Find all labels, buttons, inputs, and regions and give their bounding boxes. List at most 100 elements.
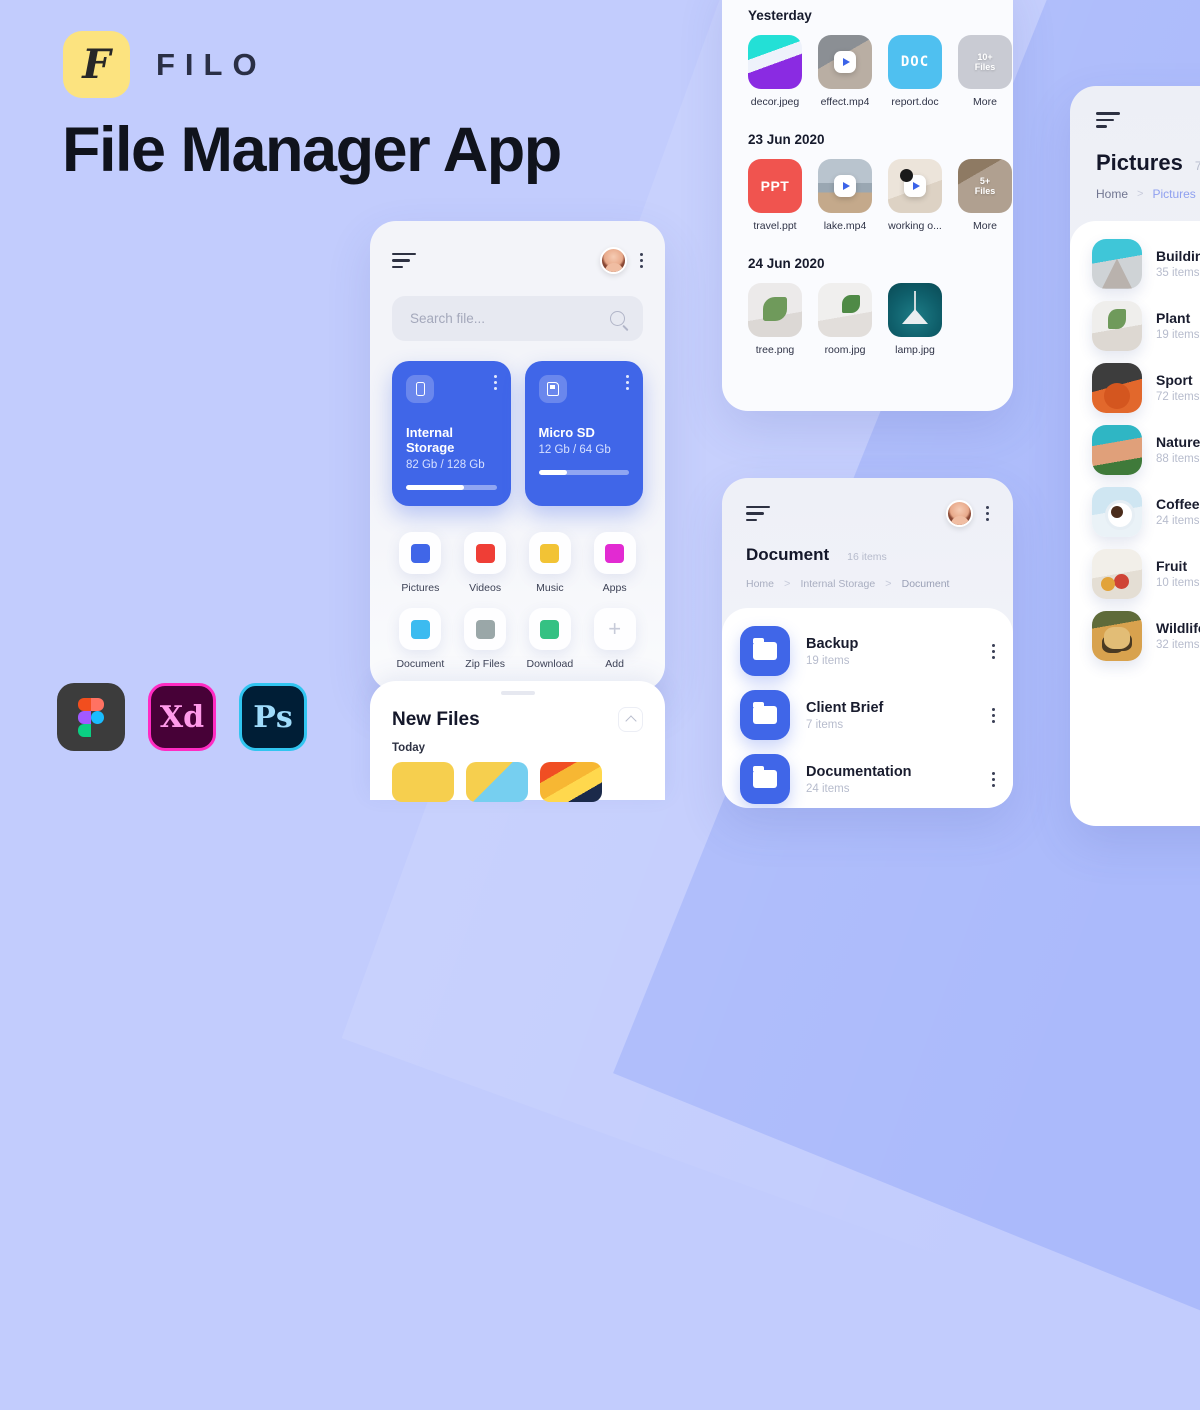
videos-icon [464,532,507,574]
file-thumbnail[interactable] [466,762,528,802]
more-thumbnail: 10+ Files [958,35,1012,89]
brand-lockup: F FILO [63,31,267,98]
file-item[interactable]: decor.jpeg [748,35,802,108]
file-item[interactable]: effect.mp4 [818,35,872,108]
file-name: working o... [888,220,942,232]
storage-name: Internal Storage [406,425,455,455]
album-item-count: 72 items [1156,391,1200,403]
list-item[interactable]: Documentation 24 items [740,754,995,804]
video-thumbnail [818,159,872,213]
breadcrumb: Home > Pictures [1070,176,1200,201]
category-pictures[interactable]: Pictures [394,532,447,594]
video-thumbnail [818,35,872,89]
storage-more-icon[interactable] [626,375,629,390]
file-row: decor.jpeg effect.mp4 DOC report.doc 10+… [748,35,1012,108]
file-item-more[interactable]: 5+ Files More [958,159,1012,232]
more-label: Files [974,62,996,72]
list-item[interactable]: Backup 19 items [740,626,995,676]
file-name: tree.png [755,344,795,356]
play-icon [834,175,856,197]
album-thumbnail [1092,486,1142,537]
list-item[interactable]: Coffee 24 items [1092,486,1200,537]
chevron-up-icon [624,715,637,727]
list-item[interactable]: Sport 72 items [1092,362,1200,413]
storage-card-internal[interactable]: Internal Storage 82 Gb / 128 Gb [392,361,511,506]
file-name: More [973,96,997,108]
list-item[interactable]: Building 35 items [1092,238,1200,289]
folder-name: Client Brief [806,699,884,716]
category-videos[interactable]: Videos [459,532,512,594]
pictures-panel: Pictures 789 Home > Pictures Building 35… [1070,86,1200,826]
row-more-icon[interactable] [992,707,995,723]
category-apps[interactable]: Apps [588,532,641,594]
document-item-count: 16 items [847,551,887,563]
new-files-sheet: New Files Today [370,681,665,802]
more-options-icon[interactable] [640,253,643,268]
storage-usage: 82 Gb / 128 Gb [406,459,485,471]
breadcrumb-internal-storage[interactable]: Internal Storage [800,578,875,590]
album-thumbnail [1092,362,1142,413]
category-label: Pictures [401,582,440,594]
list-item[interactable]: Client Brief 7 items [740,690,995,740]
album-thumbnail [1092,300,1142,351]
album-thumbnail [1092,548,1142,599]
date-group-label: Yesterday [748,8,812,23]
file-item[interactable]: lamp.jpg [888,283,942,356]
category-add[interactable]: + Add [588,608,641,670]
file-item[interactable]: room.jpg [818,283,872,356]
category-document[interactable]: Document [394,608,447,670]
breadcrumb-home[interactable]: Home [1096,187,1128,201]
menu-icon[interactable] [392,252,416,269]
storage-more-icon[interactable] [493,375,497,390]
menu-icon[interactable] [1096,112,1120,128]
more-options-icon[interactable] [986,506,989,521]
list-item[interactable]: Fruit 10 items [1092,548,1200,599]
chevron-right-icon: > [1137,187,1144,200]
file-item-more[interactable]: 10+ Files More [958,35,1012,108]
menu-icon[interactable] [746,505,770,522]
play-icon [834,51,856,73]
file-item[interactable]: lake.mp4 [818,159,872,232]
tool-logos: Xd Ps [57,683,307,751]
storage-card-sdcard[interactable]: Micro SD 12 Gb / 64 Gb [524,361,643,506]
category-label: Document [396,658,445,670]
file-item[interactable]: working o... [888,159,942,232]
row-more-icon[interactable] [992,771,995,787]
list-item[interactable]: Wildlife 32 items [1092,610,1200,661]
file-item[interactable]: PPT travel.ppt [748,159,802,232]
breadcrumb-home[interactable]: Home [746,578,774,590]
folder-icon [740,626,790,676]
collapse-button[interactable] [618,707,643,732]
category-music[interactable]: Music [524,532,577,594]
album-name: Sport [1156,372,1193,388]
file-item[interactable]: DOC report.doc [888,35,942,108]
file-thumbnail[interactable] [540,762,602,802]
folder-list: Backup 19 items Client Brief 7 items Doc… [722,608,1013,804]
album-list: Building 35 items Plant 19 items Sport 7… [1070,220,1200,661]
video-thumbnail [888,159,942,213]
category-zipfiles[interactable]: Zip Files [459,608,512,670]
date-group-label: 24 Jun 2020 [748,256,825,271]
apps-icon [593,532,636,574]
category-download[interactable]: Download [524,608,577,670]
avatar[interactable] [600,247,627,274]
file-thumbnail[interactable] [392,762,454,802]
file-name: lake.mp4 [823,220,867,232]
document-panel: Document 16 items Home > Internal Storag… [722,478,1013,808]
album-item-count: 35 items [1156,267,1200,279]
adobe-xd-icon: Xd [148,683,216,751]
folder-item-count: 24 items [806,782,850,795]
document-title: Document [746,545,830,564]
list-item[interactable]: Nature 88 items [1092,424,1200,475]
list-item[interactable]: Plant 19 items [1092,300,1200,351]
avatar[interactable] [946,500,973,527]
photoshop-icon: Ps [239,683,307,751]
sdcard-icon [538,375,567,403]
page-title: File Manager App [62,115,562,185]
row-more-icon[interactable] [992,643,995,659]
file-name: report.doc [891,96,939,108]
file-item[interactable]: tree.png [748,283,802,356]
doc-thumbnail: DOC [888,35,942,89]
search-input[interactable]: Search file... [392,296,643,341]
album-name: Nature [1156,434,1200,450]
